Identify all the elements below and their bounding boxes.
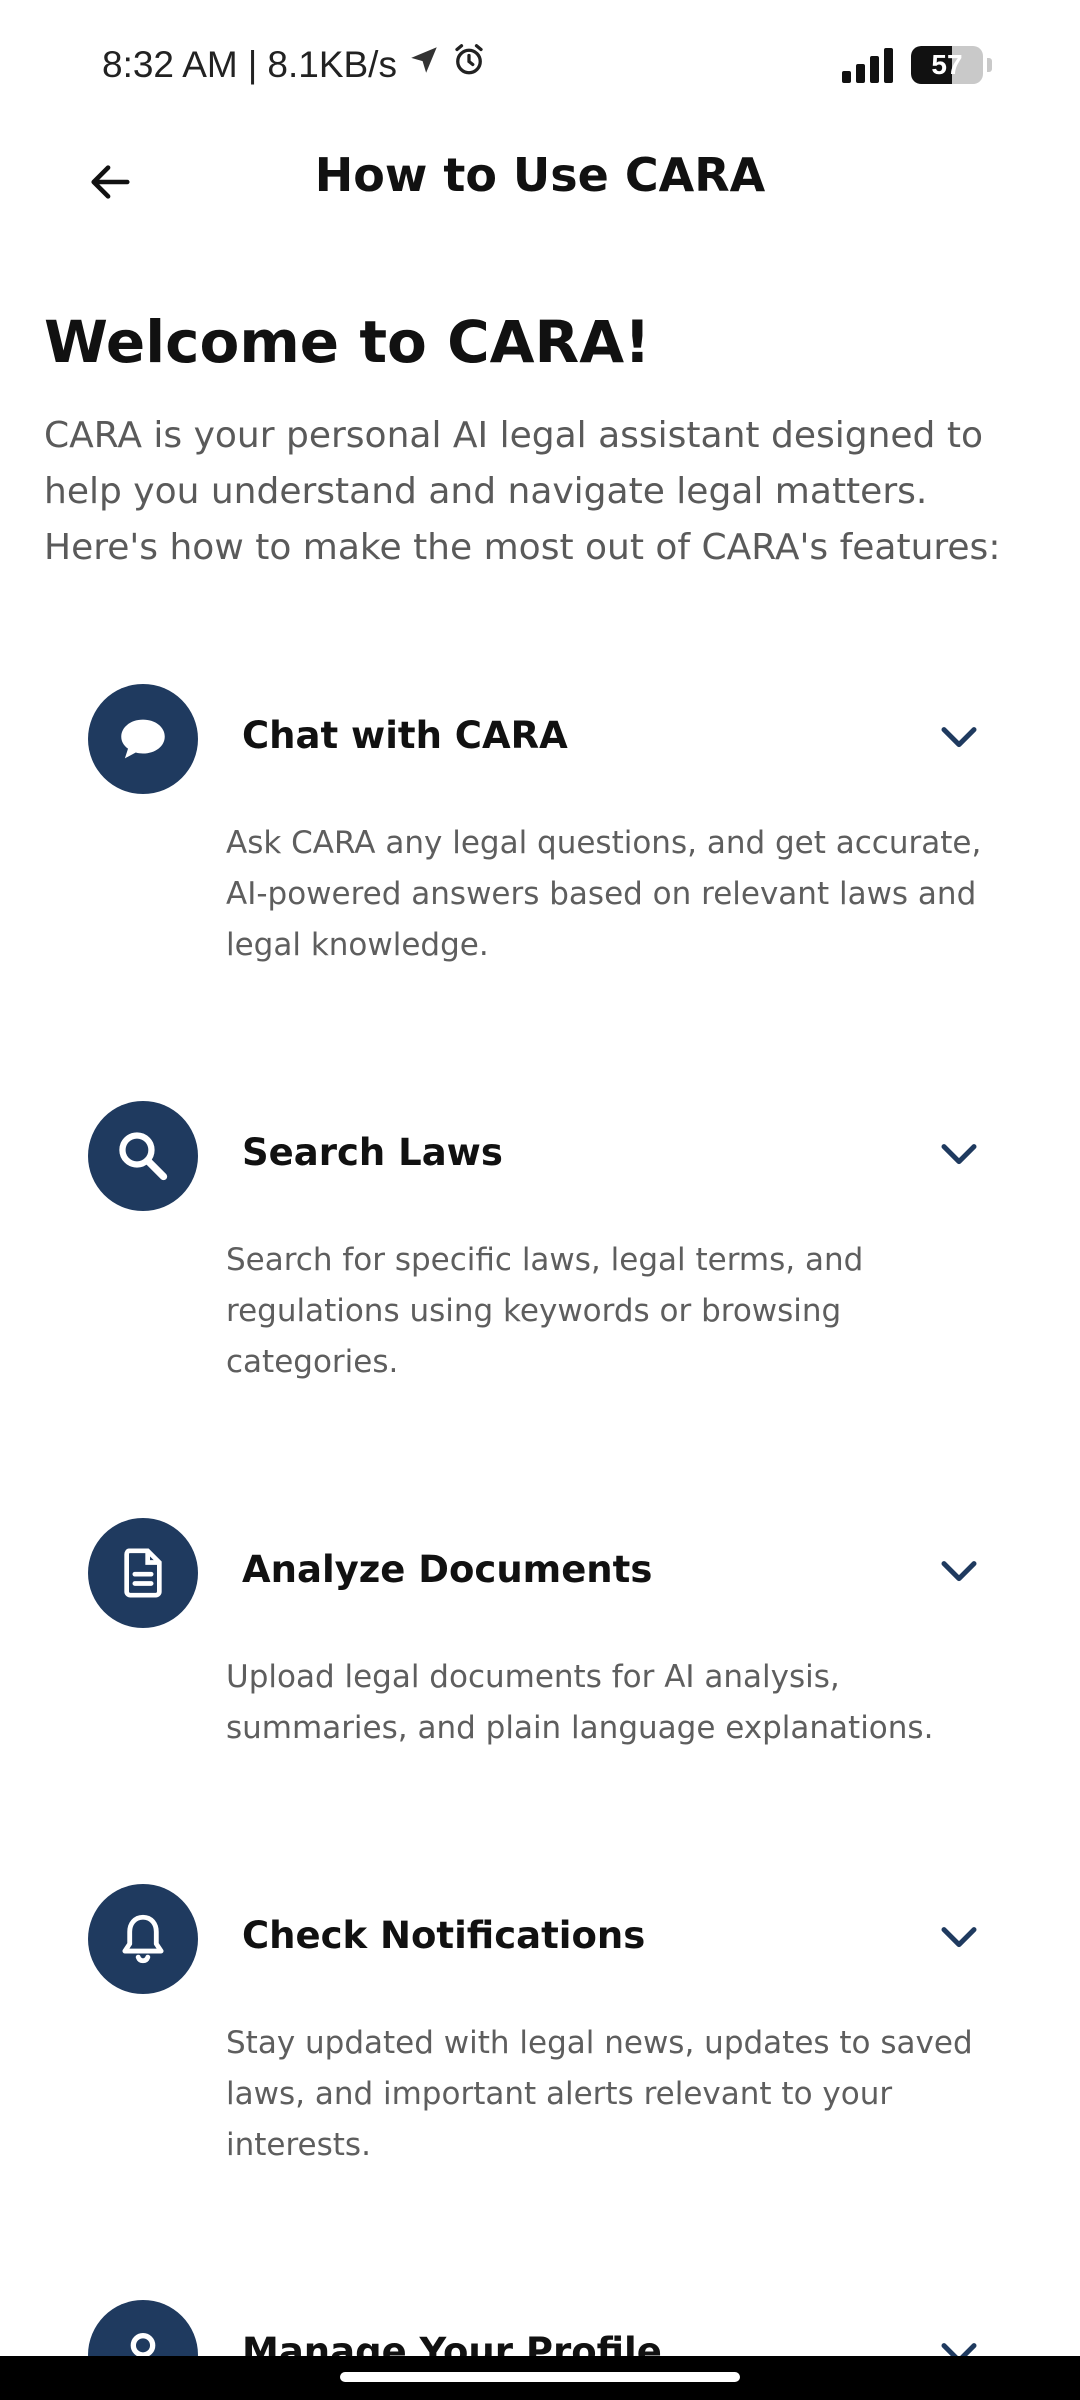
status-right: 57 [842,46,992,84]
status-time: 8:32 AM [102,43,238,85]
feature-title: Analyze Documents [242,1548,653,1591]
status-network-speed: 8.1KB/s [267,43,397,85]
feature-header-chat[interactable]: Chat with CARA [0,684,1080,794]
feature-item-chat: Chat with CARA Ask CARA any legal questi… [0,684,1080,963]
status-left: 8:32 AM | 8.1KB/s [102,42,487,87]
home-indicator[interactable] [340,2372,740,2382]
battery-tip [987,58,992,72]
feature-description: Upload legal documents for AI analysis, … [226,1659,934,1746]
welcome-description: CARA is your personal AI legal assistant… [44,415,1001,568]
chevron-down-icon[interactable] [934,718,984,758]
chevron-down-icon[interactable] [934,1135,984,1175]
chevron-down-icon[interactable] [934,1918,984,1958]
search-icon [88,1101,198,1211]
page-title: How to Use CARA [314,148,766,202]
chevron-down-icon[interactable] [934,1552,984,1592]
feature-description: Stay updated with legal news, updates to… [226,2025,973,2163]
location-arrow-icon [407,43,441,86]
status-separator: | [247,43,258,85]
feature-description: Ask CARA any legal questions, and get ac… [226,825,982,963]
battery-level: 57 [931,49,963,80]
bell-icon [88,1884,198,1994]
feature-title: Search Laws [242,1131,503,1174]
alarm-icon [451,42,487,87]
feature-header-search[interactable]: Search Laws [0,1101,1080,1211]
chat-bubble-icon [88,684,198,794]
feature-item-analyze: Analyze Documents Upload legal documents… [0,1518,1080,1746]
feature-header-notifications[interactable]: Check Notifications [0,1884,1080,1994]
status-bar: 8:32 AM | 8.1KB/s 57 [0,0,1080,130]
feature-item-notifications: Check Notifications Stay updated with le… [0,1884,1080,2163]
system-nav-bar [0,2356,1080,2400]
battery-icon: 57 [911,46,983,84]
signal-icon [842,47,893,83]
app-header: How to Use CARA [0,130,1080,230]
feature-item-search: Search Laws Search for specific laws, le… [0,1101,1080,1380]
feature-title: Chat with CARA [242,714,568,757]
welcome-title: Welcome to CARA! [44,308,651,376]
feature-description: Search for specific laws, legal terms, a… [226,1242,864,1380]
document-icon [88,1518,198,1628]
feature-title: Check Notifications [242,1914,646,1957]
feature-header-analyze[interactable]: Analyze Documents [0,1518,1080,1628]
